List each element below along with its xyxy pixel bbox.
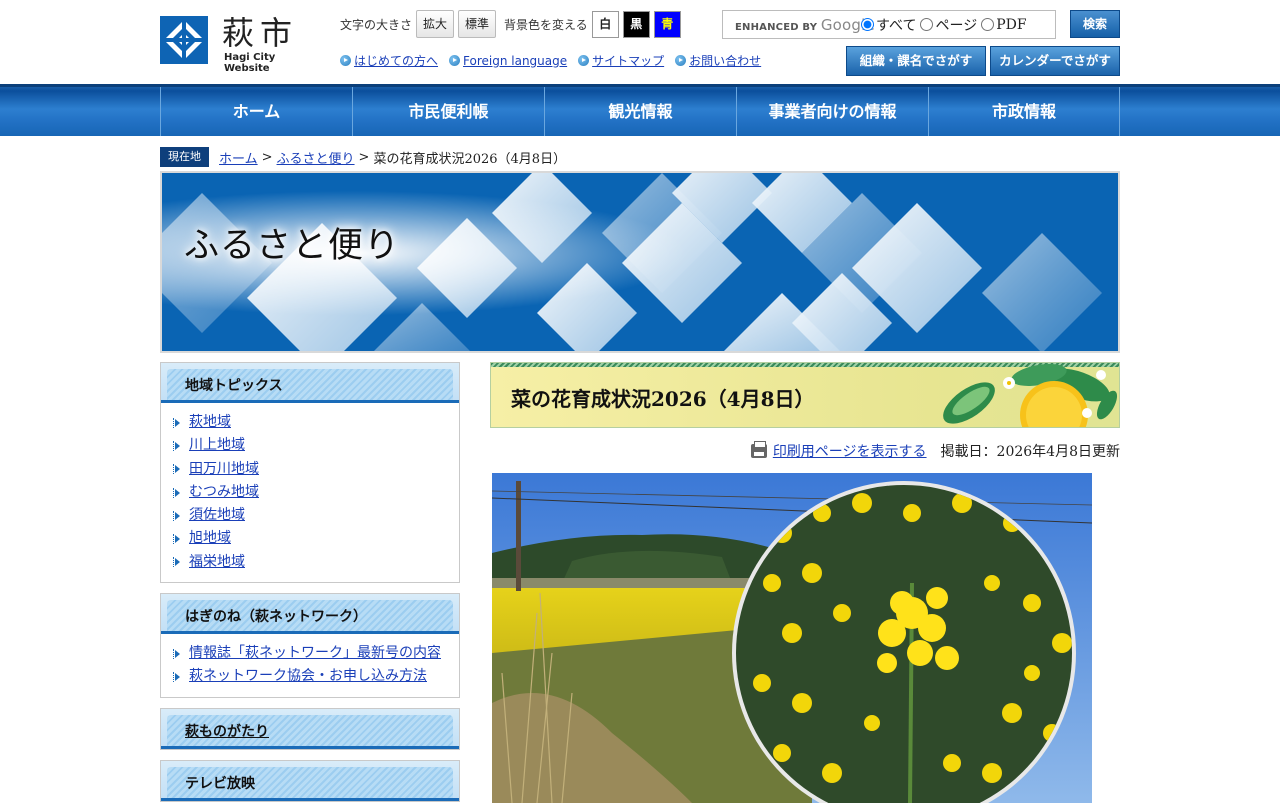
breadcrumb-home-link[interactable]: ホーム — [219, 148, 258, 167]
sidebar-box-title: 地域トピックス — [185, 378, 283, 394]
sitemap-link[interactable]: サイトマップ — [578, 52, 664, 69]
sidebar-link[interactable]: 旭地域 — [189, 527, 231, 550]
sidebar-box-header: はぎのね（萩ネットワーク） — [161, 594, 459, 635]
google-enhanced-label: ENHANCED BY Google — [735, 15, 875, 34]
arrow-icon — [173, 487, 180, 498]
sidebar-box-header[interactable]: 萩ものがたり — [161, 708, 459, 749]
sidebar-item-magazine: 情報誌「萩ネットワーク」最新号の内容 — [173, 642, 459, 665]
scope-page-radio[interactable]: ページ — [920, 15, 977, 35]
arrow-circle-icon — [449, 55, 461, 66]
breadcrumb-separator: > — [261, 149, 273, 165]
accessibility-tools: 文字の大きさ 拡大 標準 背景色を変える 白 黒 青 — [340, 10, 681, 38]
arrow-icon — [173, 417, 180, 428]
sidebar-link[interactable]: むつみ地域 — [189, 481, 259, 504]
bg-black-button[interactable]: 黒 — [622, 10, 650, 38]
publish-date: 掲載日：2026年4月8日更新 — [940, 444, 1120, 460]
sidebar-box-header: テレビ放映 — [161, 760, 459, 801]
global-nav: ホーム 市民便利帳 観光情報 事業者向けの情報 市政情報 — [0, 84, 1280, 136]
main-content: 菜の花育成状況2026（4月8日） 印刷用ページを表示する 掲載日：2026年4… — [490, 362, 1120, 803]
banner-title: ふるさと便り — [184, 226, 401, 266]
sidebar-box-title: テレビ放映 — [185, 775, 255, 792]
sidebar-box-tv: テレビ放映 — [160, 759, 460, 802]
sidebar: 地域トピックス 萩地域 川上地域 田万川地域 むつみ地域 須佐地域 旭地域 福栄… — [160, 362, 460, 812]
arrow-icon — [173, 648, 180, 659]
hagi-logo-icon — [160, 16, 208, 64]
sidebar-item-mutsumi: むつみ地域 — [173, 481, 459, 504]
org-search-button[interactable]: 組織・課名でさがす — [846, 46, 986, 76]
breadcrumb: 現在地 ホーム > ふるさと便り > 菜の花育成状況2026（4月8日） — [160, 147, 566, 167]
font-enlarge-button[interactable]: 拡大 — [416, 10, 455, 38]
gnav-city-admin[interactable]: 市政情報 — [928, 87, 1120, 136]
arrow-icon — [173, 557, 180, 568]
sidebar-box-title: はぎのね（萩ネットワーク） — [185, 609, 367, 626]
sidebar-list: 情報誌「萩ネットワーク」最新号の内容 萩ネットワーク協会・お申し込み方法 — [161, 634, 459, 697]
bg-blue-button[interactable]: 青 — [653, 10, 681, 38]
arrow-icon — [173, 510, 180, 521]
sidebar-link[interactable]: 川上地域 — [189, 434, 245, 457]
sidebar-link[interactable]: 福栄地域 — [189, 551, 245, 574]
gnav-home[interactable]: ホーム — [160, 87, 352, 136]
sidebar-item-association: 萩ネットワーク協会・お申し込み方法 — [173, 665, 459, 688]
bg-white-button[interactable]: 白 — [591, 10, 619, 38]
arrow-icon — [173, 672, 180, 683]
gnav-business[interactable]: 事業者向けの情報 — [736, 87, 928, 136]
sidebar-item-susa: 須佐地域 — [173, 504, 459, 527]
foreign-language-link[interactable]: Foreign language — [449, 52, 567, 69]
sidebar-link[interactable]: 情報誌「萩ネットワーク」最新号の内容 — [189, 642, 441, 665]
page-heading-box: 菜の花育成状況2026（4月8日） — [490, 362, 1120, 428]
font-size-label: 文字の大きさ — [340, 17, 413, 32]
breadcrumb-current: 菜の花育成状況2026（4月8日） — [373, 151, 567, 167]
rapeseed-field-photo — [492, 473, 1092, 803]
font-standard-button[interactable]: 標準 — [458, 10, 497, 38]
site-header: 萩市 Hagi City Website 文字の大きさ 拡大 標準 背景色を変え… — [0, 0, 1280, 84]
logo-title: 萩市 — [222, 14, 299, 52]
bg-color-label: 背景色を変える — [504, 17, 588, 32]
breadcrumb-furusato-link[interactable]: ふるさと便り — [277, 148, 355, 167]
utility-links: はじめての方へ Foreign language サイトマップ お問い合わせ — [340, 52, 772, 69]
section-banner: ふるさと便り — [160, 171, 1120, 353]
site-search[interactable]: ENHANCED BY Google すべて ページ PDF — [722, 10, 1056, 39]
sidebar-item-tamagawa: 田万川地域 — [173, 458, 459, 481]
search-scope: すべて ページ PDF — [861, 15, 1031, 35]
sidebar-box-hagi-stories: 萩ものがたり — [160, 707, 460, 750]
sidebar-box-regional-topics: 地域トピックス 萩地域 川上地域 田万川地域 むつみ地域 須佐地域 旭地域 福栄… — [160, 362, 460, 584]
breadcrumb-tag: 現在地 — [160, 147, 209, 167]
gnav-citizen-guide[interactable]: 市民便利帳 — [352, 87, 544, 136]
sidebar-link[interactable]: 萩ネットワーク協会・お申し込み方法 — [189, 665, 427, 688]
citrus-decoration-icon — [943, 364, 1118, 427]
rapeseed-photo — [492, 473, 1092, 803]
arrow-icon — [173, 440, 180, 451]
arrow-icon — [173, 534, 180, 545]
sidebar-box-header: 地域トピックス — [161, 363, 459, 403]
arrow-circle-icon — [675, 55, 687, 66]
scope-pdf-radio[interactable]: PDF — [981, 17, 1027, 33]
logo-subtitle: Hagi City Website — [224, 52, 276, 74]
site-logo[interactable]: 萩市 Hagi City Website — [160, 14, 310, 74]
page-title: 菜の花育成状況2026（4月8日） — [511, 387, 815, 411]
sidebar-item-kawakami: 川上地域 — [173, 434, 459, 457]
sidebar-item-fukue: 福栄地域 — [173, 551, 459, 574]
beginners-link[interactable]: はじめての方へ — [340, 52, 438, 69]
contact-link[interactable]: お問い合わせ — [675, 52, 761, 69]
sidebar-item-asahi: 旭地域 — [173, 527, 459, 550]
sidebar-item-hagi: 萩地域 — [173, 411, 459, 434]
sidebar-link[interactable]: 田万川地域 — [189, 458, 259, 481]
arrow-circle-icon — [578, 55, 590, 66]
sidebar-box-haginone: はぎのね（萩ネットワーク） 情報誌「萩ネットワーク」最新号の内容 萩ネットワーク… — [160, 593, 460, 698]
print-page-link[interactable]: 印刷用ページを表示する — [773, 441, 927, 461]
page-meta: 印刷用ページを表示する 掲載日：2026年4月8日更新 — [490, 440, 1120, 462]
sidebar-box-title-link[interactable]: 萩ものがたり — [185, 721, 269, 741]
gnav-tourism[interactable]: 観光情報 — [544, 87, 736, 136]
arrow-icon — [173, 464, 180, 475]
calendar-search-button[interactable]: カレンダーでさがす — [990, 46, 1120, 76]
printer-icon — [750, 441, 767, 458]
breadcrumb-separator: > — [358, 149, 370, 165]
sidebar-list: 萩地域 川上地域 田万川地域 むつみ地域 須佐地域 旭地域 福栄地域 — [161, 403, 459, 582]
arrow-circle-icon — [340, 55, 351, 66]
search-button[interactable]: 検索 — [1070, 10, 1120, 38]
scope-all-radio[interactable]: すべて — [861, 15, 916, 35]
sidebar-link[interactable]: 萩地域 — [189, 411, 231, 434]
sidebar-link[interactable]: 須佐地域 — [189, 504, 245, 527]
